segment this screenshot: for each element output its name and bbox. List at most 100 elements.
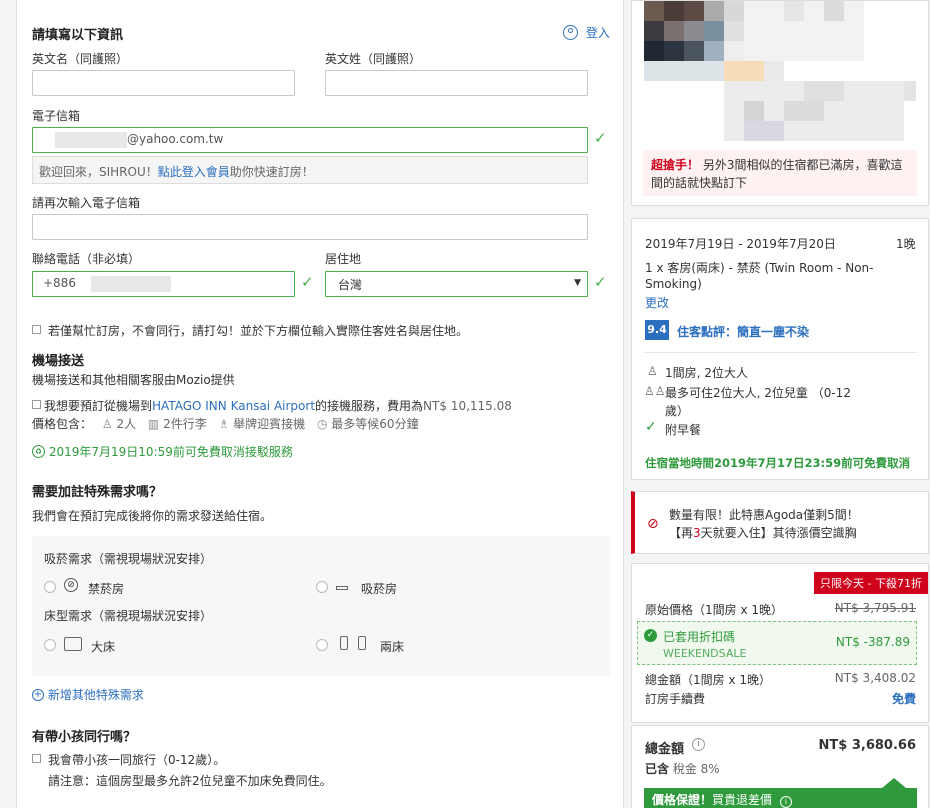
limited-2-post: 天就要入住】其待漲價空識胸 <box>700 526 857 540</box>
welcome-back-banner: 歡迎回來，SIHROU！點此登入會員助你快速訂房！ <box>32 156 588 184</box>
occupancy-icon: ♙ <box>647 364 658 378</box>
children-note: 請注意：這個房型最多允許2位兒童不加床免費同住。 <box>48 774 332 788</box>
inc-luggage: 2件行李 <box>163 417 207 431</box>
fee-value: 免費 <box>891 692 916 706</box>
bed-label: 床型需求（需視現場狀況安排） <box>44 609 213 623</box>
welcome-prefix: 歡迎回來，SIHROU！ <box>39 165 158 179</box>
price-guarantee-banner[interactable]: 價格保證！買貴退差價 i <box>644 788 917 808</box>
email-confirm-label: 請再次輸入電子信箱 <box>32 196 141 210</box>
airport-title: 機場接送 <box>32 354 85 369</box>
total-value: NT$ 3,680.66 <box>818 738 916 753</box>
double-bed-icon <box>64 637 82 651</box>
capacity-icon: ♙♙ <box>644 384 666 398</box>
breakfast-check-icon: ✓ <box>645 419 657 435</box>
hot-label: 超搶手！ <box>651 158 700 172</box>
email-input[interactable]: @yahoo.com.tw <box>32 127 588 153</box>
tax-note: 已含 稅金 8% <box>645 760 720 777</box>
alarm-icon: ⊘ <box>647 516 659 532</box>
limited-offer-card: ⊘ 數量有限！此特惠Agoda僅剩5間！ 【再3天就要入住】其待漲價空識胸 <box>631 491 929 554</box>
twin-bed-icon <box>340 636 348 650</box>
limited-line-1: 數量有限！此特惠Agoda僅剩5間！ <box>669 508 859 522</box>
coupon-box: ✓ 已套用折扣碼 WEEKENDSALE NT$ -387.89 <box>637 621 917 665</box>
airport-free-cancel-text: 2019年7月19日10:59前可免費取消接駁服務 <box>48 445 293 459</box>
welcome-login-link[interactable]: 點此登入會員 <box>158 165 230 179</box>
airport-free-cancel: ♻ 2019年7月19日10:59前可免費取消接駁服務 <box>32 443 293 460</box>
no-smoking-icon: ⊘ <box>64 578 78 592</box>
add-special-request-link[interactable]: + 新增其他特殊需求 <box>32 686 144 703</box>
email-label: 電子信箱 <box>32 109 81 123</box>
hotel-photo-pixelated <box>644 1 916 143</box>
smoking-radio[interactable] <box>316 581 328 593</box>
inc-wait: 最多等候60分鐘 <box>331 417 419 431</box>
subtotal-value: NT$ 3,408.02 <box>834 671 916 685</box>
limited-line-2: 【再3天就要入住】其待漲價空識胸 <box>669 524 857 541</box>
smoking-label-option: 吸菸房 <box>361 582 398 596</box>
user-icon <box>563 25 578 40</box>
smoking-label: 吸菸需求（需視現場狀況安排） <box>44 552 213 566</box>
hot-text-1: 另外3間相似的住宿都已滿房，喜歡這 <box>702 158 903 172</box>
room-line-2: Smoking) <box>645 277 702 291</box>
login-link[interactable]: 登入 <box>563 24 610 41</box>
airport-transfer-checkbox[interactable] <box>32 400 41 409</box>
luggage-icon: ▥ <box>147 417 160 431</box>
change-room-link[interactable]: 更改 <box>645 294 669 311</box>
login-label: 登入 <box>585 26 610 40</box>
email-valid-check-icon: ✓ <box>594 129 607 147</box>
coupon-check-icon: ✓ <box>644 629 657 642</box>
inc-people: 2人 <box>116 417 137 431</box>
capacity-line-2: 歲） <box>665 404 690 418</box>
includes-label: 價格包含： <box>32 417 93 431</box>
first-name-input[interactable] <box>32 70 295 96</box>
cigarette-icon <box>336 586 348 590</box>
airport-option-mid: 的接機服務，費用為 <box>315 399 424 413</box>
last-name-label: 英文姓（同護照） <box>325 52 422 66</box>
special-note: 我們會在預訂完成後將你的需求發送給住宿。 <box>32 509 273 523</box>
price-breakdown-card: 只限今天 - 下殺71折 原始價格（1間房 x 1晚） NT$ 3,795.91… <box>631 563 929 723</box>
special-title: 需要加註特殊需求嗎？ <box>32 485 163 500</box>
airport-provider-note: 機場接送和其他相關客服由Mozio提供 <box>32 373 235 387</box>
email-value: @yahoo.com.tw <box>127 132 224 146</box>
twin-bed-label: 兩床 <box>380 640 405 654</box>
cancel-policy: 住宿當地時間2019年7月17日23:59前可免費取消 <box>645 456 911 470</box>
guarantee-info-icon: i <box>779 796 792 808</box>
chevron-down-icon: ▼ <box>574 278 581 288</box>
children-checkbox[interactable] <box>32 754 41 763</box>
children-title: 有帶小孩同行嗎？ <box>32 730 137 745</box>
coupon-label: 已套用折扣碼 <box>663 630 736 644</box>
special-requests-box: 吸菸需求（需視現場狀況安排） ⊘ 禁菸房 吸菸房 床型需求（需視現場狀況安排） … <box>32 536 610 676</box>
double-bed-radio[interactable] <box>44 639 56 651</box>
twin-bed-radio[interactable] <box>316 639 328 651</box>
residence-label: 居住地 <box>325 252 362 266</box>
double-bed-label: 大床 <box>91 640 116 654</box>
subtotal-label: 總金額（1間房 x 1晚） <box>645 673 772 687</box>
last-name-input[interactable] <box>325 70 588 96</box>
airport-option-price: NT$ 10,115.08 <box>423 399 512 413</box>
today-discount-badge: 只限今天 - 下殺71折 <box>814 572 928 594</box>
phone-label: 聯絡電話（非必填） <box>32 252 141 266</box>
nights-count: 1晚 <box>896 237 916 251</box>
divider <box>645 352 917 353</box>
room-line-1: 1 x 客房(兩床) - 禁菸 (Twin Room - Non- <box>645 261 874 275</box>
phone-input[interactable]: +886 <box>32 271 295 297</box>
non-smoking-radio[interactable] <box>44 581 56 593</box>
residence-value: 台灣 <box>338 278 363 292</box>
info-icon[interactable]: i <box>692 738 705 751</box>
tax-note-post: 稅金 8% <box>672 762 720 776</box>
email-confirm-input[interactable] <box>32 214 588 240</box>
welcome-suffix: 助你快速訂房！ <box>229 165 314 179</box>
airport-option-place[interactable]: HATAGO INN Kansai Airport <box>152 399 315 413</box>
airport-option-prefix: 我想要預訂從機場到 <box>44 399 153 413</box>
review-text[interactable]: 住客點評：簡直一塵不染 <box>677 323 809 340</box>
residence-select[interactable]: 台灣 ▼ <box>325 271 588 297</box>
original-price-value: NT$ 3,795.91 <box>834 601 916 615</box>
phone-prefix: +886 <box>43 276 76 290</box>
capacity-line-1: 最多可住2位大人, 2位兒童 （0-12 <box>665 386 851 400</box>
limited-2-pre: 【再 <box>669 526 694 540</box>
airport-transfer-option: 我想要預訂從機場到HATAGO INN Kansai Airport的接機服務，… <box>44 397 512 414</box>
occupancy-text: 1間房, 2位大人 <box>665 366 748 380</box>
eco-icon: ♻ <box>32 445 45 458</box>
stay-dates: 2019年7月19日 - 2019年7月20日 <box>645 237 836 251</box>
hot-text-2: 間的話就快點訂下 <box>651 176 748 190</box>
phone-redacted <box>91 276 171 292</box>
booking-for-other-checkbox[interactable] <box>32 325 41 334</box>
